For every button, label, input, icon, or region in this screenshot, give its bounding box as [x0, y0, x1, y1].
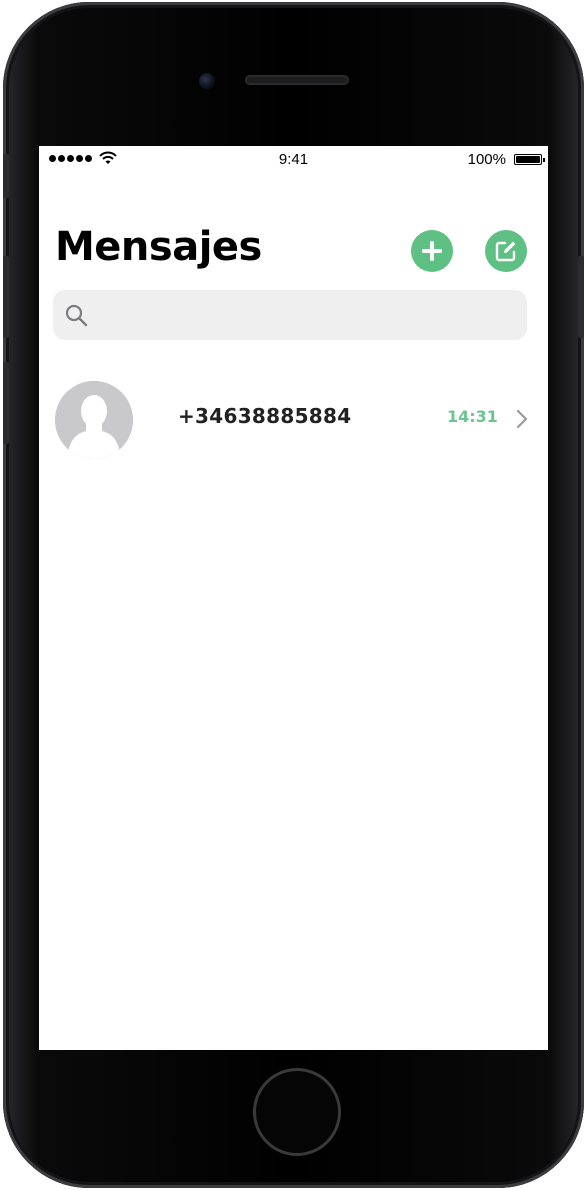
front-camera	[199, 73, 215, 89]
search-input[interactable]	[97, 290, 517, 340]
device-mockup: 9:41 100% Mensajes +34638885884 14:31	[0, 0, 587, 1190]
home-button[interactable]	[253, 1068, 341, 1156]
battery-percentage: 100%	[467, 151, 506, 168]
conversation-row[interactable]: +34638885884 14:31	[39, 378, 548, 462]
volume-up-button	[3, 256, 9, 338]
search-icon	[65, 304, 88, 327]
default-avatar-icon	[55, 381, 133, 459]
add-button[interactable]	[411, 230, 453, 272]
page-title: Mensajes	[55, 224, 262, 270]
status-bar: 9:41 100%	[39, 146, 548, 174]
plus-icon	[422, 241, 442, 261]
screen: 9:41 100% Mensajes +34638885884 14:31	[39, 146, 548, 1050]
battery-icon	[514, 154, 545, 165]
mute-switch	[3, 154, 9, 198]
compose-icon	[495, 241, 516, 262]
power-button	[578, 256, 584, 338]
contact-name: +34638885884	[178, 404, 352, 428]
volume-down-button	[3, 362, 9, 444]
chevron-right-icon	[516, 409, 528, 429]
search-bar[interactable]	[53, 290, 527, 340]
earpiece-speaker	[245, 75, 349, 85]
compose-button[interactable]	[485, 230, 527, 272]
message-time: 14:31	[447, 407, 498, 426]
